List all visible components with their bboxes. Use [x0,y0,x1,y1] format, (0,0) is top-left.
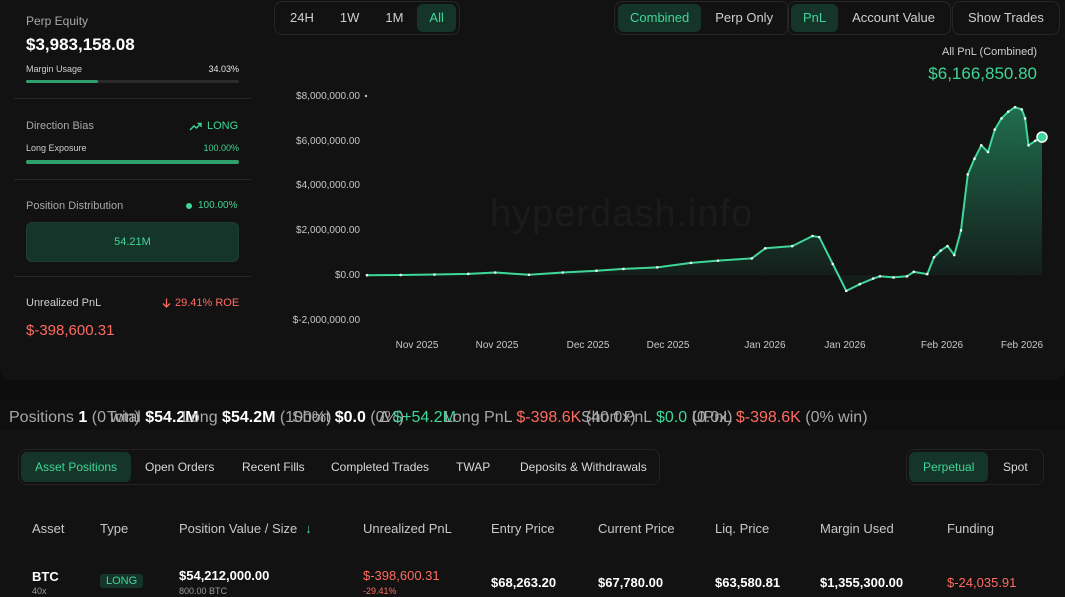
pnl-area-fill [367,107,1042,291]
tab-deposits-withdrawals[interactable]: Deposits & Withdrawals [506,452,661,482]
funding: $-24,035.91 [947,575,1017,590]
data-point [959,229,963,232]
data-point [811,234,814,238]
data-point [689,261,693,265]
data-point [433,273,436,276]
data-point [817,235,821,239]
data-point [973,157,976,161]
column-header-current-price[interactable]: Current Price [598,521,675,536]
data-point [1000,117,1003,120]
data-point [939,249,943,252]
position-size: 800.00 BTC [179,586,228,596]
perpetual-toggle[interactable]: Perpetual [909,452,989,482]
asset-name: BTC [32,569,59,584]
column-header-margin-used[interactable]: Margin Used [820,521,894,536]
entry-price: $68,263.20 [491,575,557,590]
data-point [399,273,403,277]
spot-toggle[interactable]: Spot [989,452,1042,482]
pnl-last-point[interactable] [1036,131,1048,143]
position-value: $54,212,000.00 [179,568,270,583]
column-header-position-value[interactable]: Position Value / Size ↓ [179,521,312,536]
data-point [655,266,659,269]
data-point [595,269,598,273]
data-point [966,173,970,176]
data-point [925,272,929,276]
tab-open-orders[interactable]: Open Orders [131,452,228,482]
data-point [790,244,794,248]
column-header-funding[interactable]: Funding [947,521,994,536]
data-point [750,257,754,260]
column-header-asset[interactable]: Asset [32,521,65,536]
position-type-badge: LONG [100,574,144,588]
data-point [561,271,565,274]
data-point [365,273,369,277]
data-point [493,271,497,274]
data-point [905,275,909,278]
data-point [878,275,882,278]
column-header-liq-price[interactable]: Liq. Price [715,521,769,536]
tab-asset-positions[interactable]: Asset Positions [21,452,132,482]
row-unrealized-pnl-pct: -29.41% [363,586,397,596]
sort-down-icon: ↓ [305,521,312,536]
data-point [1006,110,1010,113]
current-price: $67,780.00 [598,575,664,590]
data-point [844,289,848,293]
data-point [716,259,720,262]
data-point [831,262,835,266]
data-point [527,273,531,277]
data-point [932,255,936,259]
liq-price: $63,580.81 [715,575,781,590]
data-point [986,150,990,154]
data-point [1013,105,1017,109]
data-point [1023,117,1027,120]
tab-completed-trades[interactable]: Completed Trades [317,452,443,482]
data-point [952,253,956,257]
tab-twap[interactable]: TWAP [442,452,504,482]
data-point [1033,139,1037,143]
tab-recent-fills[interactable]: Recent Fills [228,452,319,482]
data-point [946,244,949,248]
data-point [763,247,767,250]
data-point [1020,108,1024,111]
axis-marker [364,94,368,98]
pnl-area-chart[interactable] [0,0,1065,380]
data-point [466,272,470,276]
column-header-label: Position Value / Size [179,521,298,536]
data-point [622,267,625,271]
data-point [993,128,997,131]
data-point [979,143,983,147]
stat-upnl: UPnL $-398.6K (0% win) [692,409,868,426]
column-header-entry-price[interactable]: Entry Price [491,521,555,536]
asset-leverage: 40x [32,586,47,596]
data-point [858,282,862,286]
data-point [912,270,916,274]
column-header-type[interactable]: Type [100,521,128,536]
data-point [1027,143,1030,147]
row-unrealized-pnl: $-398,600.31 [363,568,440,583]
data-point [871,277,875,280]
column-header-unrealized-pnl[interactable]: Unrealized PnL [363,521,452,536]
data-point [892,276,895,279]
margin-used: $1,355,300.00 [820,575,904,590]
